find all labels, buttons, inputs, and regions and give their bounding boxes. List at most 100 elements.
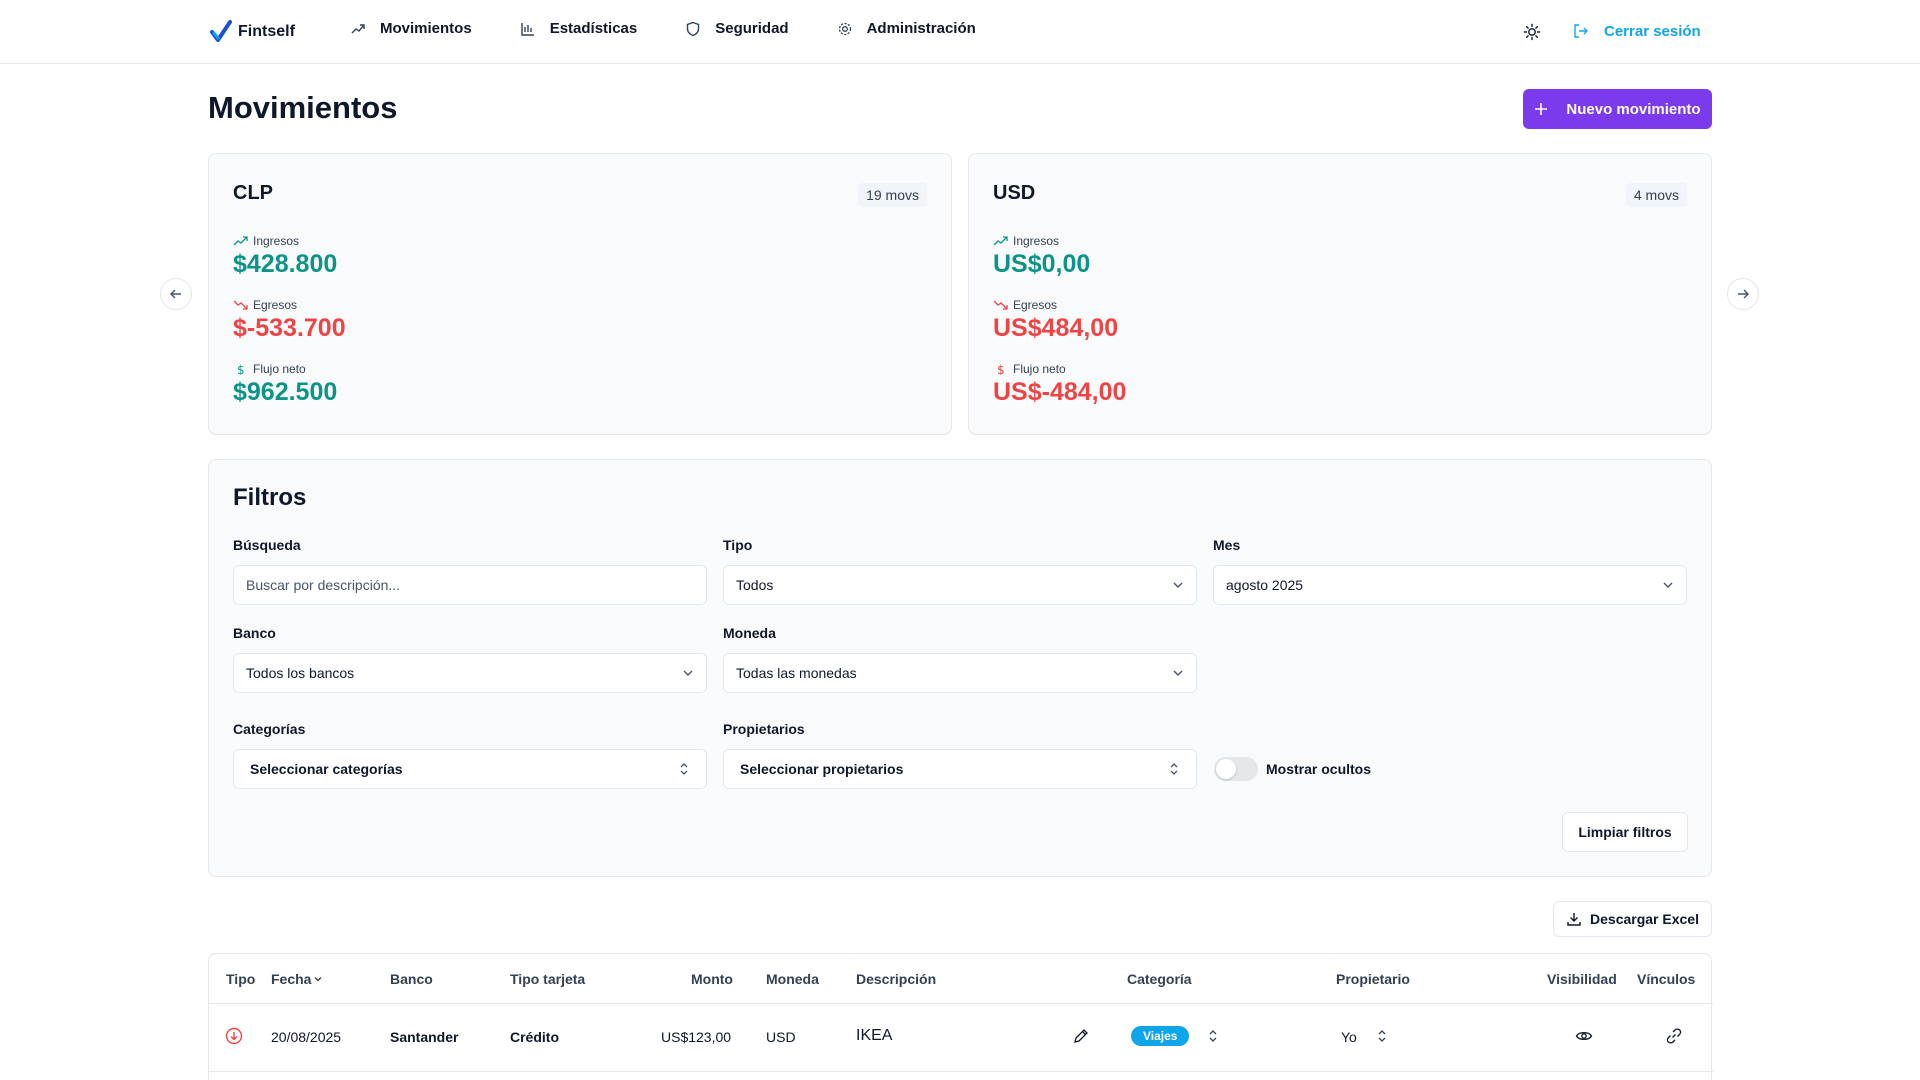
svg-text:$: $ xyxy=(997,363,1005,375)
movements-table: Tipo Fecha Banco Tipo tarjeta Monto Mone… xyxy=(208,953,1713,1080)
month-select[interactable]: agosto 2025 xyxy=(1213,565,1687,605)
search-field[interactable] xyxy=(233,565,707,605)
column-header-categoria[interactable]: Categoría xyxy=(1127,971,1192,987)
type-label: Tipo xyxy=(723,537,753,553)
column-header-tipo-tarjeta[interactable]: Tipo tarjeta xyxy=(510,971,585,987)
net-flow-value: US$-484,00 xyxy=(993,378,1127,406)
filters-title: Filtros xyxy=(233,484,307,511)
download-excel-label: Descargar Excel xyxy=(1590,911,1699,927)
column-header-propietario[interactable]: Propietario xyxy=(1336,971,1410,987)
column-header-descripcion[interactable]: Descripción xyxy=(856,971,936,987)
trending-down-icon xyxy=(993,300,1008,310)
column-header-vinculos[interactable]: Vínculos xyxy=(1637,971,1695,987)
logout-button[interactable]: Cerrar sesión xyxy=(1572,22,1701,40)
cell-bank: Santander xyxy=(390,1029,459,1045)
income-label: Ingresos xyxy=(253,234,300,248)
logout-icon xyxy=(1574,24,1588,38)
page-title: Movimientos xyxy=(208,90,398,125)
bank-select-value: Todos los bancos xyxy=(246,665,355,681)
card-currency: USD xyxy=(993,182,1036,204)
expense-type-icon xyxy=(225,1027,243,1045)
new-movement-button[interactable]: Nuevo movimiento xyxy=(1523,89,1712,129)
carousel-next-button[interactable] xyxy=(1727,278,1759,310)
income-value: US$0,00 xyxy=(993,250,1091,278)
owners-label: Propietarios xyxy=(723,721,805,737)
cell-description: IKEA xyxy=(856,1027,893,1044)
trending-up-icon xyxy=(993,236,1008,246)
trending-down-icon xyxy=(233,300,248,310)
chevron-down-icon xyxy=(683,670,693,676)
link-icon[interactable] xyxy=(1665,1027,1683,1045)
brand-name: Fintself xyxy=(238,23,295,40)
search-input[interactable] xyxy=(246,577,694,593)
column-header-tipo[interactable]: Tipo xyxy=(226,971,255,987)
expense-stat: Egresos $-533.700 xyxy=(233,298,346,343)
column-header-fecha[interactable]: Fecha xyxy=(271,971,323,987)
owners-multiselect[interactable]: Seleccionar propietarios xyxy=(723,749,1197,789)
expense-value: $-533.700 xyxy=(233,314,346,342)
sun-icon xyxy=(1523,23,1541,41)
nav-label: Movimientos xyxy=(380,20,472,37)
movement-count-badge: 19 movs xyxy=(858,183,927,207)
categories-multiselect[interactable]: Seleccionar categorías xyxy=(233,749,707,789)
nav-item-administracion[interactable]: Administración xyxy=(837,20,976,37)
eye-visibility-icon[interactable] xyxy=(1575,1027,1593,1045)
arrow-right-icon xyxy=(1738,289,1749,299)
expense-stat: Egresos US$484,00 xyxy=(993,298,1118,343)
chevron-down-icon xyxy=(1173,670,1183,676)
theme-toggle-button[interactable] xyxy=(1522,22,1542,42)
expense-label: Egresos xyxy=(253,298,298,312)
bank-select[interactable]: Todos los bancos xyxy=(233,653,707,693)
currency-select[interactable]: Todas las monedas xyxy=(723,653,1197,693)
nav-item-movimientos[interactable]: Movimientos xyxy=(350,20,472,37)
category-chevron-up-down-icon[interactable] xyxy=(1204,1027,1222,1045)
cell-owner: Yo xyxy=(1341,1029,1357,1045)
show-hidden-toggle[interactable] xyxy=(1214,757,1258,781)
column-header-banco[interactable]: Banco xyxy=(390,971,433,987)
month-label: Mes xyxy=(1213,537,1241,553)
chevron-down-icon xyxy=(1173,582,1183,588)
column-header-visibilidad[interactable]: Visibilidad xyxy=(1547,971,1617,987)
row-divider xyxy=(209,1071,1713,1072)
cell-amount: US$123,00 xyxy=(661,1029,732,1045)
cell-card-type: Crédito xyxy=(510,1029,559,1045)
arrow-left-icon xyxy=(170,289,181,299)
bar-chart-icon xyxy=(520,22,534,36)
checkmark-logo-icon xyxy=(210,20,232,42)
currency-select-value: Todas las monedas xyxy=(736,665,857,681)
shield-icon xyxy=(687,21,700,36)
net-flow-label: Flujo neto xyxy=(1013,362,1066,376)
owners-select-value: Seleccionar propietarios xyxy=(740,761,904,777)
type-select-value: Todos xyxy=(736,577,774,593)
nav-label: Administración xyxy=(866,20,976,37)
nav-item-estadisticas[interactable]: Estadísticas xyxy=(520,20,638,37)
net-flow-stat: $ Flujo neto US$-484,00 xyxy=(993,362,1126,407)
categories-label: Categorías xyxy=(233,721,306,737)
clear-filters-button[interactable]: Limpiar filtros xyxy=(1562,812,1688,852)
carousel-prev-button[interactable] xyxy=(160,278,192,310)
income-value: $428.800 xyxy=(233,250,338,278)
logout-label: Cerrar sesión xyxy=(1604,22,1701,40)
column-header-moneda[interactable]: Moneda xyxy=(766,971,819,987)
show-hidden-label: Mostrar ocultos xyxy=(1266,761,1372,777)
owner-chevron-up-down-icon[interactable] xyxy=(1373,1027,1391,1045)
edit-pencil-icon[interactable] xyxy=(1072,1027,1090,1045)
filters-panel: Filtros Búsqueda Tipo Todos Mes agosto 2… xyxy=(208,459,1712,877)
sort-chevron-down-icon xyxy=(315,977,322,982)
nav-label: Estadísticas xyxy=(549,20,638,37)
categories-select-value: Seleccionar categorías xyxy=(250,761,403,777)
type-select[interactable]: Todos xyxy=(723,565,1197,605)
svg-text:$: $ xyxy=(237,363,245,375)
main-nav: Movimientos Estadísticas Seguridad Admin… xyxy=(350,20,976,37)
currency-label: Moneda xyxy=(723,625,776,641)
brand-logo[interactable]: Fintself xyxy=(210,20,295,44)
chevron-up-down-icon xyxy=(1170,763,1178,775)
income-stat: Ingresos US$0,00 xyxy=(993,234,1090,279)
column-header-monto[interactable]: Monto xyxy=(691,971,733,987)
gear-icon xyxy=(838,22,851,35)
top-navbar: Fintself Movimientos Estadísticas Seguri… xyxy=(0,0,1920,64)
download-excel-button[interactable]: Descargar Excel xyxy=(1553,901,1712,937)
nav-item-seguridad[interactable]: Seguridad xyxy=(685,20,789,37)
toggle-knob xyxy=(1216,759,1236,779)
net-flow-stat: $ Flujo neto $962.500 xyxy=(233,362,337,407)
